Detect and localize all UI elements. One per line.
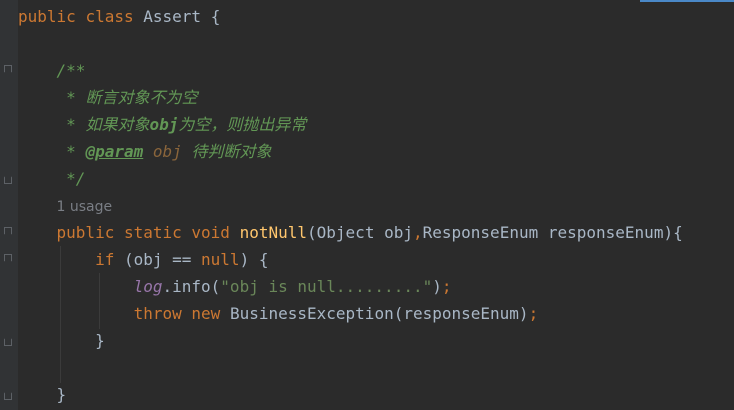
code-line-doc-3[interactable]: * @param obj 待判断对象 [18,138,271,165]
editor-gutter [0,0,18,410]
fold-close-icon[interactable] [4,389,12,400]
doc-comment-code: obj [149,115,179,134]
fold-close-icon[interactable] [4,173,12,184]
usage-hint[interactable]: 1 usage [57,199,113,215]
brace: { [210,7,221,26]
keyword: new [191,304,221,323]
fold-open-icon[interactable] [4,65,12,76]
doc-comment: * [66,115,76,134]
code-line-if-close[interactable]: } [18,327,105,354]
keyword: class [85,7,134,26]
params: (Object obj [307,223,413,242]
doc-param-tag[interactable]: @param [85,142,143,161]
condition: ) { [239,250,269,269]
brace: } [56,385,67,404]
code-line-usage-hint: 1 usage [18,192,113,219]
semicolon: ; [441,277,452,296]
keyword: public [18,7,76,26]
fold-close-icon[interactable] [4,335,12,346]
editor-top-accent [640,0,734,2]
code-line-class-declaration[interactable]: public class Assert { [18,3,220,30]
brace: } [95,331,105,350]
code-line-throw[interactable]: throw new BusinessException(responseEnum… [18,300,539,327]
code-line-method-close[interactable]: } [18,381,67,408]
method-name[interactable]: notNull [240,223,307,242]
code-editor[interactable]: public class Assert { /** * 断言对象不为空 * 如果… [0,0,734,410]
doc-comment-text: 如果对象 [85,115,150,134]
code-line-log[interactable]: log.info("obj is null........."); [18,273,452,300]
doc-comment: */ [66,169,86,188]
params: ResponseEnum responseEnum){ [422,223,683,242]
code-line-doc-2[interactable]: * 如果对象obj为空，则抛出异常 [18,111,306,138]
class-name: Assert [143,7,202,26]
code-line-doc-1[interactable]: * 断言对象不为空 [18,84,197,111]
constructor-call: BusinessException(responseEnum) [220,304,529,323]
fold-open-icon[interactable] [4,254,12,265]
comma: , [412,223,423,242]
doc-param-name: obj [152,142,182,161]
keyword: throw [133,304,182,323]
keyword: null [201,250,240,269]
keyword: if [95,250,115,269]
paren: ) [432,277,442,296]
field-log[interactable]: log [134,277,163,296]
code-line-if[interactable]: if (obj == null) { [18,246,268,273]
doc-comment: * [66,142,76,161]
keyword: void [191,223,230,242]
string-literal: "obj is null........." [220,277,433,296]
method-call: .info( [162,277,221,296]
keyword: static [123,223,182,242]
doc-comment-text: 断言对象不为空 [85,88,198,107]
code-line-doc-close[interactable]: */ [18,165,85,192]
code-line-method-declaration[interactable]: public static void notNull(Object obj,Re… [18,219,683,246]
doc-comment-text: 待判断对象 [191,142,272,161]
fold-open-icon[interactable] [4,227,12,238]
condition: (obj == [114,250,202,269]
semicolon: ; [528,304,539,323]
doc-comment-text: 为空，则抛出异常 [178,115,307,134]
doc-comment: /** [56,61,86,80]
code-line-doc-open[interactable]: /** [18,57,86,84]
doc-comment: * [66,88,76,107]
keyword: public [56,223,115,242]
